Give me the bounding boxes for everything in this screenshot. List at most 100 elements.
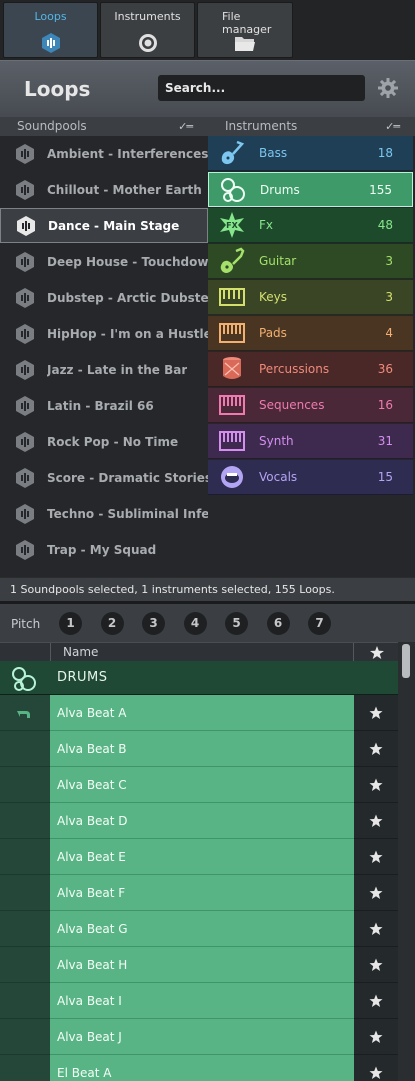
pitch-button-7[interactable]: 7 bbox=[308, 612, 331, 635]
favorite-button[interactable] bbox=[354, 803, 398, 839]
instrument-item-fx[interactable]: FX Fx 48 bbox=[208, 208, 413, 243]
loop-row[interactable]: Alva Beat C bbox=[0, 767, 398, 803]
soundpool-item[interactable]: Chillout - Mother Earth bbox=[0, 172, 208, 207]
instrument-item-guitar[interactable]: Guitar 3 bbox=[208, 244, 413, 279]
pitch-button-2[interactable]: 2 bbox=[100, 612, 124, 635]
scrollbar[interactable] bbox=[398, 642, 415, 1081]
tab-file-manager[interactable]: File manager bbox=[197, 2, 293, 58]
pitch-button-1[interactable]: 1 bbox=[59, 612, 82, 635]
soundpool-item[interactable]: Trap - My Squad bbox=[0, 532, 208, 567]
loop-name[interactable]: Alva Beat D bbox=[50, 803, 354, 839]
search-input[interactable]: Search... bbox=[158, 75, 365, 101]
soundpool-item[interactable]: Dubstep - Arctic Dubstep bbox=[0, 280, 208, 315]
soundpool-item[interactable]: Ambient - Interferences bbox=[0, 136, 208, 171]
favorite-button[interactable] bbox=[354, 1019, 398, 1055]
instrument-item-drums[interactable]: Drums 155 bbox=[208, 172, 413, 207]
soundpool-label: Ambient - Interferences bbox=[47, 146, 208, 161]
instrument-item-sequences[interactable]: Sequences 16 bbox=[208, 388, 413, 423]
instrument-item-percussions[interactable]: Percussions 36 bbox=[208, 352, 413, 387]
percussion-icon bbox=[223, 357, 241, 379]
soundpool-item[interactable]: Score - Dramatic Stories bbox=[0, 460, 208, 495]
loop-row[interactable]: Alva Beat H bbox=[0, 947, 398, 983]
loop-row[interactable]: Alva Beat A bbox=[0, 695, 398, 731]
loop-row[interactable]: Alva Beat F bbox=[0, 875, 398, 911]
favorite-button[interactable] bbox=[354, 911, 398, 947]
name-column-header[interactable]: Name bbox=[50, 643, 354, 661]
pitch-button-3[interactable]: 3 bbox=[142, 612, 165, 635]
soundpool-icon bbox=[16, 251, 34, 272]
soundpool-icon bbox=[16, 539, 34, 560]
instrument-item-keys[interactable]: Keys 3 bbox=[208, 280, 413, 315]
soundpool-label: Chillout - Mother Earth bbox=[47, 182, 202, 197]
sort-filter-icon[interactable]: ✓═ bbox=[385, 120, 400, 133]
instrument-item-bass[interactable]: Bass 18 bbox=[208, 136, 413, 171]
group-row-drums[interactable]: DRUMS bbox=[0, 661, 398, 695]
soundpool-item[interactable]: HipHop - I'm on a Hustle bbox=[0, 316, 208, 351]
instrument-item-synth[interactable]: Synth 31 bbox=[208, 424, 413, 459]
pitch-button-5[interactable]: 5 bbox=[225, 612, 248, 635]
loop-row[interactable]: Alva Beat B bbox=[0, 731, 398, 767]
loop-name[interactable]: Alva Beat F bbox=[50, 875, 354, 911]
loop-row-handle[interactable] bbox=[0, 983, 50, 1019]
soundpool-label: Jazz - Late in the Bar bbox=[47, 362, 188, 377]
loops-table-header: Name bbox=[0, 642, 415, 661]
soundpool-label: Dance - Main Stage bbox=[48, 218, 180, 233]
sort-filter-icon[interactable]: ✓═ bbox=[178, 120, 193, 133]
soundpool-item[interactable]: Techno - Subliminal Infern bbox=[0, 496, 208, 531]
loop-row[interactable]: Alva Beat I bbox=[0, 983, 398, 1019]
loop-row-handle[interactable] bbox=[0, 911, 50, 947]
tab-instruments[interactable]: Instruments bbox=[100, 2, 195, 58]
tab-loops[interactable]: Loops bbox=[3, 2, 98, 58]
loop-row-handle[interactable] bbox=[0, 1055, 50, 1081]
favorite-button[interactable] bbox=[354, 875, 398, 911]
loop-row[interactable]: Alva Beat J bbox=[0, 1019, 398, 1055]
loop-row[interactable]: El Beat A bbox=[0, 1055, 398, 1081]
star-icon bbox=[369, 778, 383, 791]
loop-row-handle[interactable] bbox=[0, 695, 50, 731]
loop-row-handle[interactable] bbox=[0, 839, 50, 875]
loop-row[interactable]: Alva Beat G bbox=[0, 911, 398, 947]
soundpool-item[interactable]: Rock Pop - No Time bbox=[0, 424, 208, 459]
favorite-button[interactable] bbox=[354, 1055, 398, 1081]
pitch-button-6[interactable]: 6 bbox=[266, 612, 290, 635]
loop-row-handle[interactable] bbox=[0, 875, 50, 911]
pitch-row: Pitch 1234567 bbox=[0, 604, 415, 642]
loop-row-handle[interactable] bbox=[0, 731, 50, 767]
scrollbar-thumb[interactable] bbox=[402, 644, 410, 678]
loop-row-handle[interactable] bbox=[0, 803, 50, 839]
loop-name[interactable]: Alva Beat C bbox=[50, 767, 354, 803]
soundpool-item[interactable]: Latin - Brazil 66 bbox=[0, 388, 208, 423]
loop-row-handle[interactable] bbox=[0, 767, 50, 803]
loop-name[interactable]: Alva Beat A bbox=[50, 695, 354, 731]
pitch-button-4[interactable]: 4 bbox=[183, 612, 207, 635]
instrument-item-pads[interactable]: Pads 4 bbox=[208, 316, 413, 351]
loop-name[interactable]: Alva Beat I bbox=[50, 983, 354, 1019]
loop-name[interactable]: El Beat A bbox=[50, 1055, 354, 1081]
instrument-item-vocals[interactable]: Vocals 15 bbox=[208, 460, 413, 495]
pitch-label: Pitch bbox=[11, 617, 41, 631]
favorite-button[interactable] bbox=[354, 767, 398, 803]
soundpool-item[interactable]: Jazz - Late in the Bar bbox=[0, 352, 208, 387]
instruments-icon bbox=[138, 34, 157, 52]
loop-name[interactable]: Alva Beat E bbox=[50, 839, 354, 875]
favorite-button[interactable] bbox=[354, 947, 398, 983]
undo-arrow-icon bbox=[17, 711, 30, 718]
loop-row-handle[interactable] bbox=[0, 1019, 50, 1055]
favorite-button[interactable] bbox=[354, 839, 398, 875]
gear-icon[interactable] bbox=[377, 77, 399, 99]
favorite-column-star-icon[interactable] bbox=[362, 644, 392, 661]
favorite-button[interactable] bbox=[354, 731, 398, 767]
loop-name[interactable]: Alva Beat G bbox=[50, 911, 354, 947]
loop-name[interactable]: Alva Beat B bbox=[50, 731, 354, 767]
favorite-button[interactable] bbox=[354, 983, 398, 1019]
loop-name[interactable]: Alva Beat J bbox=[50, 1019, 354, 1055]
loop-row[interactable]: Alva Beat E bbox=[0, 839, 398, 875]
loop-row-handle[interactable] bbox=[0, 947, 50, 983]
loop-row[interactable]: Alva Beat D bbox=[0, 803, 398, 839]
favorite-button[interactable] bbox=[354, 695, 398, 731]
soundpool-item[interactable]: Dance - Main Stage bbox=[0, 208, 208, 243]
soundpool-item[interactable]: Deep House - Touchdown bbox=[0, 244, 208, 279]
instrument-count: 16 bbox=[377, 398, 393, 412]
loop-name[interactable]: Alva Beat H bbox=[50, 947, 354, 983]
star-icon bbox=[369, 706, 383, 719]
